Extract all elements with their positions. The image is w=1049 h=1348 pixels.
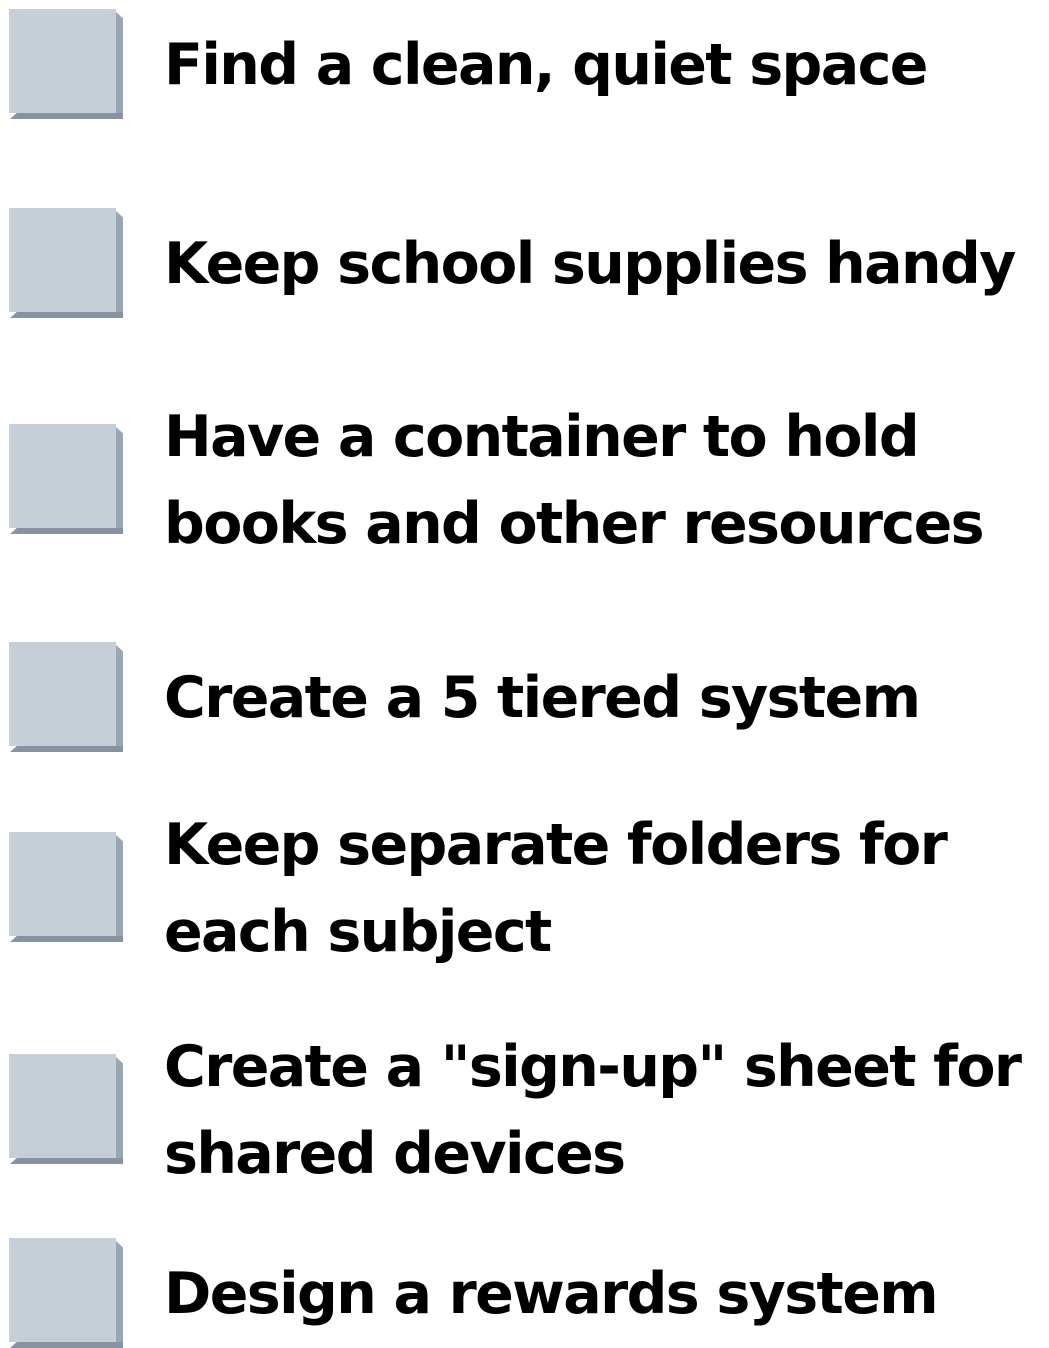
checkbox-face	[9, 1054, 116, 1158]
checkbox[interactable]	[9, 832, 123, 942]
checklist-item-label: Create a 5 tiered system	[164, 665, 921, 731]
checkbox-face	[9, 1238, 116, 1342]
checklist-item-label: Keep school supplies handy	[164, 231, 1016, 297]
checkbox-bottom-shadow	[10, 528, 123, 534]
checkbox-side-shadow	[116, 211, 123, 318]
checkbox-bottom-shadow	[10, 113, 123, 119]
checkbox-side-shadow	[116, 427, 123, 534]
checkbox-bottom-shadow	[10, 746, 123, 752]
checkbox-side-shadow	[116, 1057, 123, 1164]
checkbox-bottom-shadow	[10, 1158, 123, 1164]
checklist-item-label: Keep separate folders for each subject	[164, 812, 948, 965]
checkbox[interactable]	[9, 208, 123, 318]
checkbox-side-shadow	[116, 12, 123, 119]
checkbox-bottom-shadow	[10, 936, 123, 942]
checkbox-side-shadow	[116, 835, 123, 942]
checkbox-side-shadow	[116, 645, 123, 752]
checklist-item-label: Find a clean, quiet space	[164, 32, 928, 98]
checkbox[interactable]	[9, 1238, 123, 1348]
checkbox-side-shadow	[116, 1241, 123, 1348]
checkbox-face	[9, 9, 116, 113]
checkbox[interactable]	[9, 1054, 123, 1164]
checkbox[interactable]	[9, 9, 123, 119]
checkbox-face	[9, 832, 116, 936]
checkbox-face	[9, 642, 116, 746]
checkbox[interactable]	[9, 642, 123, 752]
checklist-item-label: Create a "sign-up" sheet for shared devi…	[164, 1034, 1022, 1187]
checklist-item-label: Have a container to hold books and other…	[164, 404, 985, 557]
checkbox[interactable]	[9, 424, 123, 534]
checkbox-face	[9, 208, 116, 312]
checkbox-bottom-shadow	[10, 1342, 123, 1348]
checklist-item-label: Design a rewards system	[164, 1261, 939, 1327]
checklist: Find a clean, quiet space Keep school su…	[0, 0, 1049, 1348]
checkbox-face	[9, 424, 116, 528]
checkbox-bottom-shadow	[10, 312, 123, 318]
